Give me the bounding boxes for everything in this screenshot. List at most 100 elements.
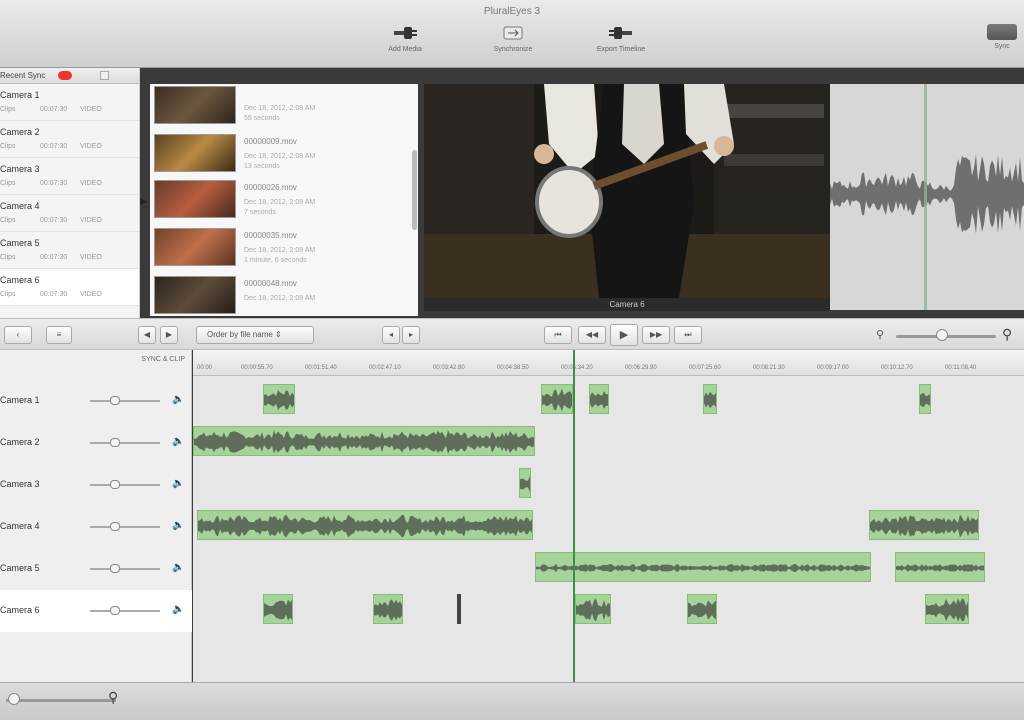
track-lane[interactable] bbox=[193, 588, 1024, 630]
view-prev-button[interactable]: ◂ bbox=[382, 326, 400, 344]
volume-knob[interactable] bbox=[110, 564, 120, 573]
view-next-button[interactable]: ▸ bbox=[402, 326, 420, 344]
timeline-clip-marker[interactable] bbox=[457, 594, 461, 624]
timeline-clip[interactable] bbox=[197, 510, 533, 540]
track-header[interactable]: Camera 5 🔈 bbox=[0, 548, 192, 590]
timeline-clip[interactable] bbox=[193, 426, 535, 456]
volume-knob[interactable] bbox=[110, 438, 120, 447]
volume-knob[interactable] bbox=[110, 396, 120, 405]
track-header[interactable]: Camera 2 🔈 bbox=[0, 422, 192, 464]
camera-meta-type: VIDEO bbox=[80, 106, 102, 113]
clip-item[interactable]: Dec 18, 2012, 2:08 AM 55 seconds bbox=[154, 84, 414, 128]
volume-knob[interactable] bbox=[110, 606, 120, 615]
synchronize-button[interactable]: Synchronize bbox=[468, 24, 558, 53]
timeline-clip[interactable] bbox=[519, 468, 531, 498]
camera-meta-count: Clips bbox=[0, 106, 16, 113]
speaker-icon[interactable]: 🔈 bbox=[172, 520, 184, 531]
clips-scrollbar[interactable] bbox=[412, 150, 417, 230]
speaker-icon[interactable]: 🔈 bbox=[172, 604, 184, 615]
clip-item[interactable]: 00000048.mov Dec 18, 2012, 2:08 AM bbox=[154, 274, 414, 318]
camera-list-item[interactable]: Camera 4 Clips 00:07:30 VIDEO bbox=[0, 195, 139, 232]
timeline-clip[interactable] bbox=[687, 594, 717, 624]
camera-list-item-selected[interactable]: Camera 6 Clips 00:07:30 VIDEO bbox=[0, 269, 139, 306]
speaker-icon[interactable]: 🔈 bbox=[172, 394, 184, 405]
go-to-start-button[interactable]: ⏮ bbox=[544, 326, 572, 344]
next-button[interactable]: ▶ bbox=[160, 326, 178, 344]
camera-list-item[interactable]: Camera 2 Clips 00:07:30 VIDEO bbox=[0, 121, 139, 158]
speaker-icon[interactable]: 🔈 bbox=[172, 478, 184, 489]
clip-filename: 00000035.mov bbox=[244, 231, 297, 240]
volume-slider[interactable] bbox=[90, 484, 160, 486]
cameras-menu-button[interactable]: ≡ bbox=[46, 326, 72, 344]
zoom-out-icon[interactable]: ⚲ bbox=[876, 328, 884, 341]
volume-knob[interactable] bbox=[110, 522, 120, 531]
track-lane[interactable] bbox=[193, 504, 1024, 546]
volume-knob[interactable] bbox=[110, 480, 120, 489]
track-header[interactable]: Camera 4 🔈 bbox=[0, 506, 192, 548]
timeline-clip[interactable] bbox=[589, 384, 609, 414]
play-button[interactable]: ▶ bbox=[610, 324, 638, 346]
add-media-button[interactable]: Add Media bbox=[360, 24, 450, 53]
timeline-clip[interactable] bbox=[535, 552, 871, 582]
previous-button[interactable]: ◀ bbox=[138, 326, 156, 344]
timeline-clip[interactable] bbox=[575, 594, 611, 624]
order-select[interactable]: Order by file name ⇕ bbox=[196, 326, 314, 344]
speaker-icon[interactable]: 🔈 bbox=[172, 436, 184, 447]
ruler-label: 00:06:29.90 bbox=[625, 365, 657, 371]
camera-list-item[interactable]: Camera 3 Clips 00:07:30 VIDEO bbox=[0, 158, 139, 195]
zoom-slider-knob[interactable] bbox=[936, 329, 948, 341]
track-lane[interactable] bbox=[193, 546, 1024, 588]
timeline-clip[interactable] bbox=[263, 384, 295, 414]
timeline-clip[interactable] bbox=[919, 384, 931, 414]
timeline-clip[interactable] bbox=[263, 594, 293, 624]
view-toggle-icon[interactable] bbox=[100, 71, 109, 80]
clip-waveform bbox=[264, 599, 292, 621]
sync-toggle-button[interactable]: Sync bbox=[984, 24, 1020, 50]
clip-filename: 00000009.mov bbox=[244, 137, 297, 146]
speaker-icon[interactable]: 🔈 bbox=[172, 562, 184, 573]
timeline-clip[interactable] bbox=[925, 594, 969, 624]
timeline-clip[interactable] bbox=[703, 384, 717, 414]
camera-meta-count: Clips bbox=[0, 254, 16, 261]
collapse-button[interactable]: ‹ bbox=[4, 326, 32, 344]
track-lane[interactable] bbox=[193, 378, 1024, 420]
clip-thumbnail bbox=[154, 86, 236, 124]
volume-slider[interactable] bbox=[90, 568, 160, 570]
camera-list-item[interactable]: Camera 5 Clips 00:07:30 VIDEO bbox=[0, 232, 139, 269]
fast-forward-button[interactable]: ▶▶ bbox=[642, 326, 670, 344]
track-lane[interactable] bbox=[193, 420, 1024, 462]
go-to-end-icon: ⏭ bbox=[684, 330, 692, 339]
track-header-selected[interactable]: Camera 6 🔈 bbox=[0, 590, 192, 632]
clip-waveform bbox=[590, 391, 608, 409]
timeline-clip[interactable] bbox=[869, 510, 979, 540]
export-timeline-button[interactable]: Export Timeline bbox=[576, 24, 666, 53]
volume-slider[interactable] bbox=[90, 526, 160, 528]
camera-meta: Clips 00:07:30 VIDEO bbox=[0, 106, 125, 113]
clip-date: Dec 18, 2012, 2:08 AM bbox=[244, 199, 316, 206]
volume-slider[interactable] bbox=[90, 610, 160, 612]
volume-slider[interactable] bbox=[90, 400, 160, 402]
timeline-zoom-knob[interactable] bbox=[8, 693, 20, 705]
zoom-in-icon[interactable]: ⚲ bbox=[1002, 326, 1012, 343]
timeline[interactable]: 00:00 00:00:55.70 00:01:51.40 00:02:47.1… bbox=[193, 350, 1024, 682]
timeline-clip[interactable] bbox=[895, 552, 985, 582]
camera-name: Camera 1 bbox=[0, 90, 40, 100]
bottom-bar: ⚲ bbox=[0, 682, 1024, 720]
timeline-zoom-slider[interactable] bbox=[6, 699, 116, 702]
rewind-button[interactable]: ◀◀ bbox=[578, 326, 606, 344]
timeline-ruler[interactable]: 00:00 00:00:55.70 00:01:51.40 00:02:47.1… bbox=[193, 350, 1024, 376]
magnifier-icon[interactable]: ⚲ bbox=[108, 689, 118, 706]
clip-item[interactable]: 00000009.mov Dec 18, 2012, 2:08 AM 13 sec… bbox=[154, 132, 414, 176]
go-to-end-button[interactable]: ⏭ bbox=[674, 326, 702, 344]
clip-item[interactable]: 00000026.mov Dec 18, 2012, 2:08 AM 7 seco… bbox=[154, 178, 414, 222]
camera-list-item[interactable]: Camera 1 Clips 00:07:30 VIDEO bbox=[0, 84, 139, 121]
track-header[interactable]: Camera 1 🔈 bbox=[0, 380, 192, 422]
track-header[interactable]: Camera 3 🔈 bbox=[0, 464, 192, 506]
track-lane[interactable] bbox=[193, 462, 1024, 504]
volume-slider[interactable] bbox=[90, 442, 160, 444]
timeline-clip[interactable] bbox=[373, 594, 403, 624]
clip-waveform bbox=[920, 393, 930, 407]
playhead[interactable] bbox=[573, 350, 575, 682]
clip-item[interactable]: 00000035.mov Dec 18, 2012, 2:08 AM 1 minu… bbox=[154, 226, 414, 270]
timeline-clip[interactable] bbox=[541, 384, 573, 414]
